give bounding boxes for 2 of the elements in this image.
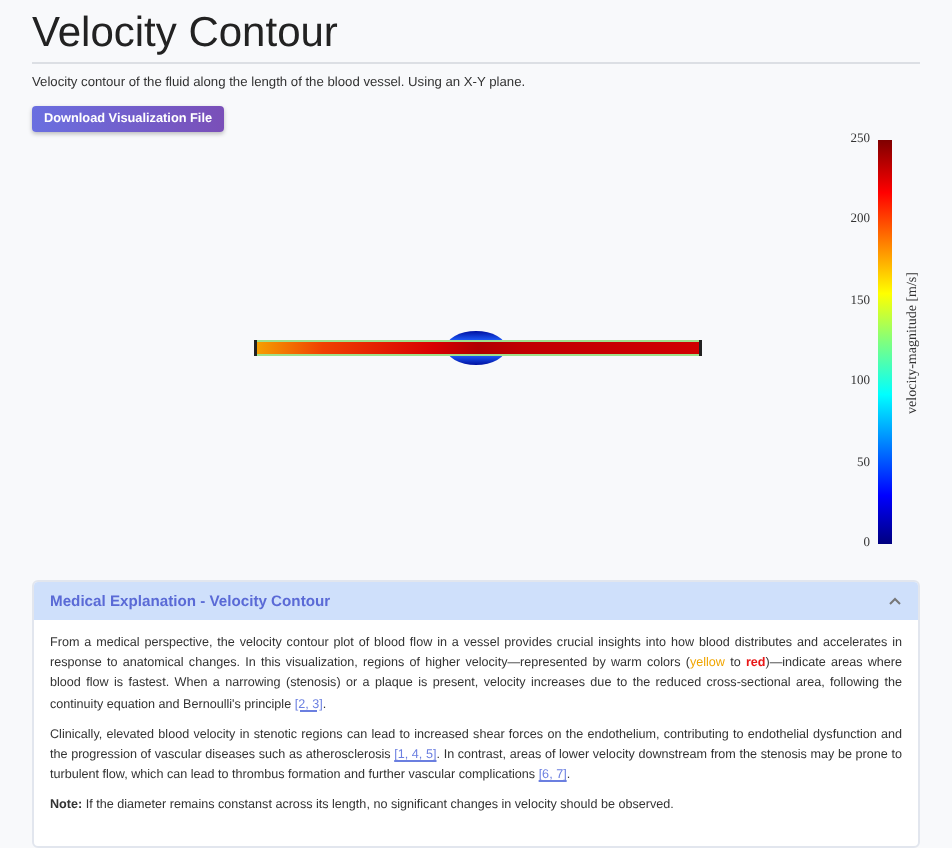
chevron-icon xyxy=(888,596,902,606)
page-title: Velocity Contour xyxy=(32,8,340,58)
